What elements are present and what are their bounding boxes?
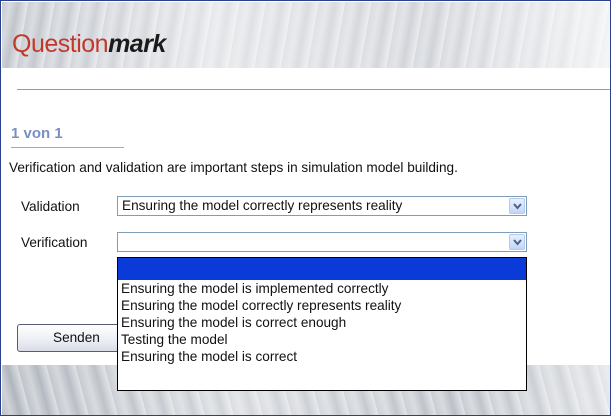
dropdown-option[interactable]: Ensuring the model correctly represents … xyxy=(118,297,526,314)
verification-label: Verification xyxy=(21,235,88,250)
validation-label: Validation xyxy=(21,199,80,214)
validation-select[interactable]: Ensuring the model correctly represents … xyxy=(117,196,527,216)
dropdown-option[interactable]: Ensuring the model is correct xyxy=(118,348,526,365)
dropdown-option-blank[interactable] xyxy=(118,258,526,280)
logo-text-mark: mark xyxy=(108,30,166,58)
chevron-down-icon[interactable] xyxy=(509,198,525,214)
page-counter: 1 von 1 xyxy=(11,125,124,148)
question-text: Verification and validation are importan… xyxy=(9,160,458,175)
validation-select-value: Ensuring the model correctly represents … xyxy=(122,198,403,213)
verification-select[interactable] xyxy=(117,232,527,252)
dropdown-option[interactable]: Ensuring the model is correct enough xyxy=(118,314,526,331)
questionmark-window: Questionmark 1 von 1 Verification and va… xyxy=(0,0,611,416)
header-divider xyxy=(17,89,610,90)
dropdown-option[interactable]: Testing the model xyxy=(118,331,526,348)
header-banner: Questionmark xyxy=(2,2,610,68)
questionmark-logo: Questionmark xyxy=(12,29,166,59)
logo-text-question: Question xyxy=(12,30,109,58)
dropdown-option[interactable]: Ensuring the model is implemented correc… xyxy=(118,280,526,297)
chevron-down-icon[interactable] xyxy=(509,234,525,250)
verification-dropdown-list: Ensuring the model is implemented correc… xyxy=(117,257,527,391)
